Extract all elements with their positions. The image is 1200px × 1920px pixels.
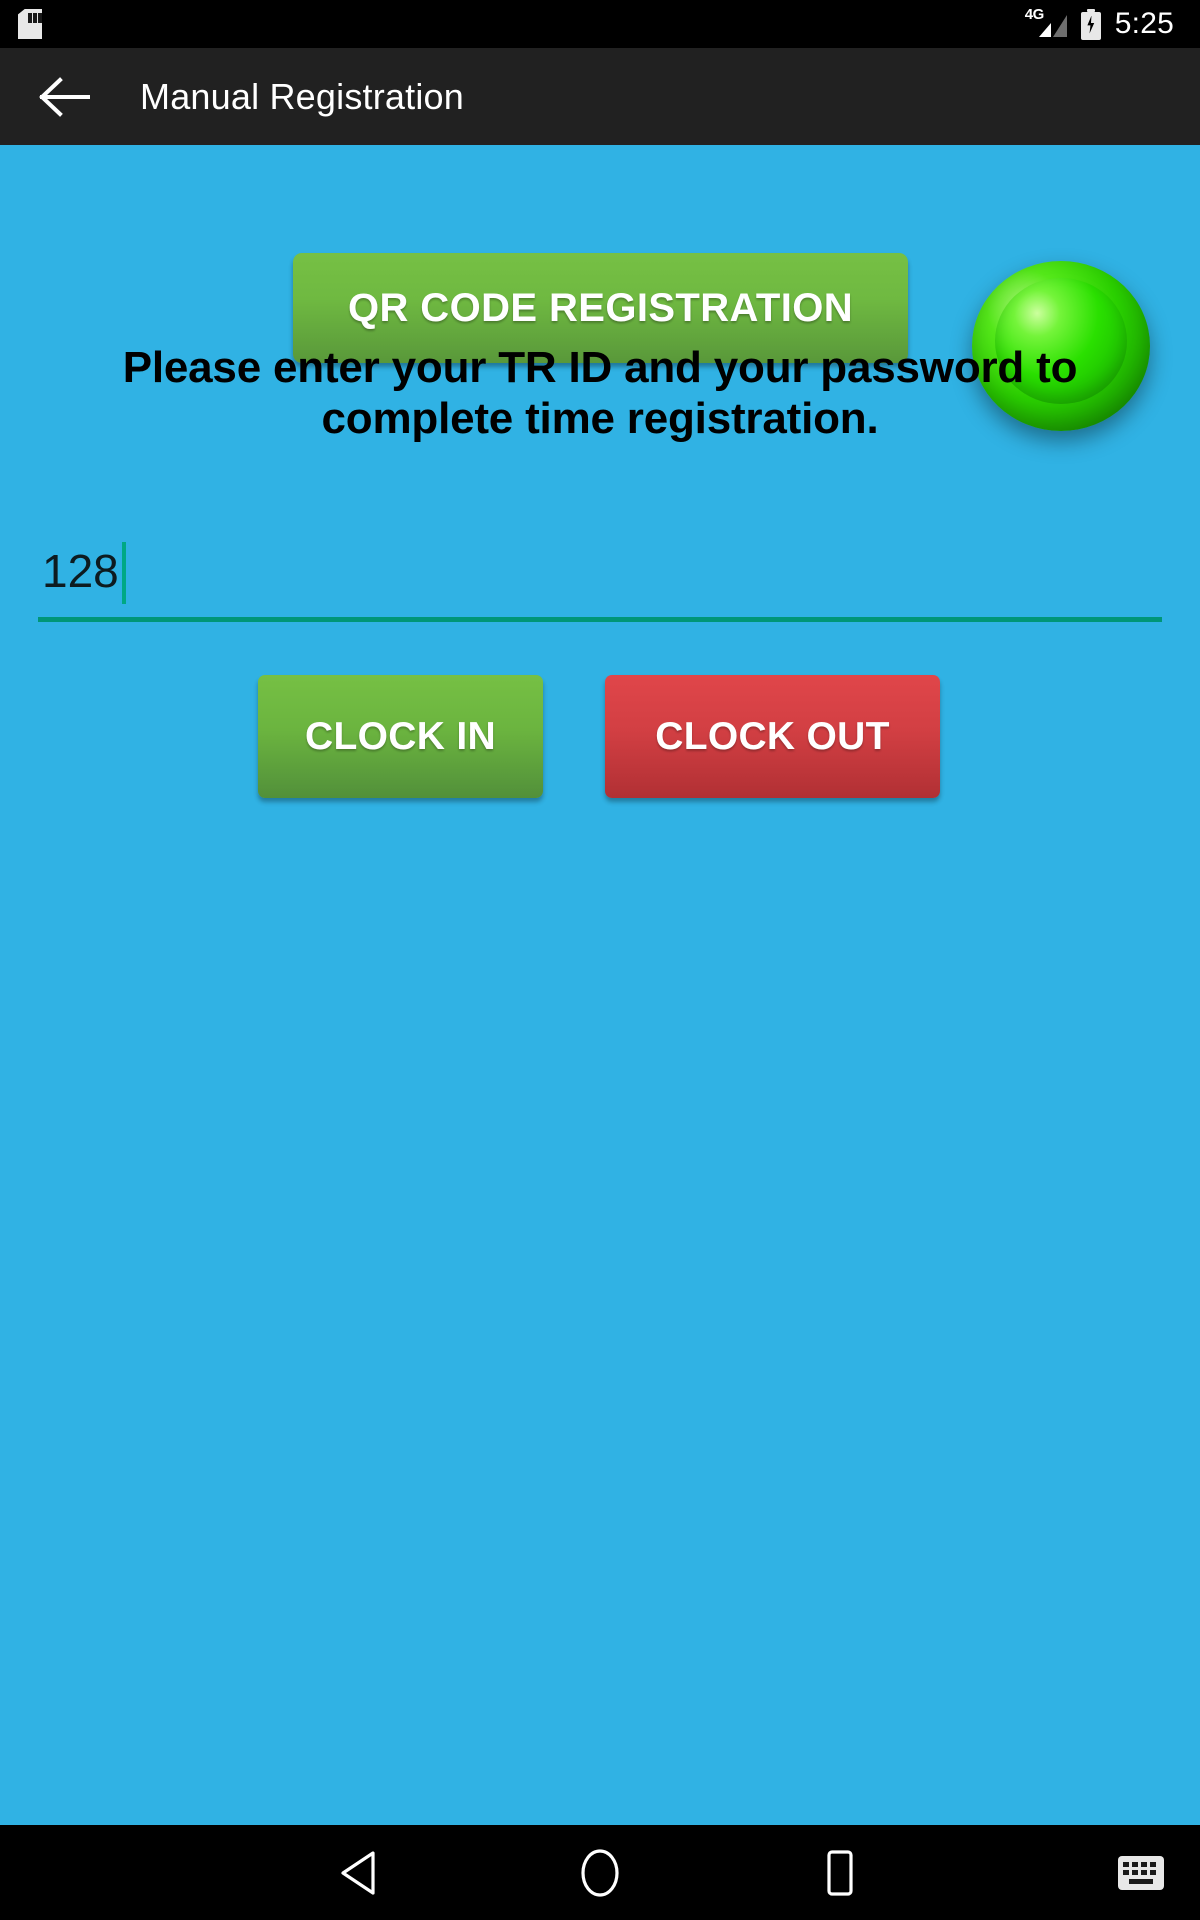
status-bar-clock: 5:25 xyxy=(1114,7,1174,40)
status-bar: 4G 5:25 xyxy=(0,0,1200,48)
sd-card-icon xyxy=(18,9,42,39)
text-caret xyxy=(122,542,126,604)
nav-keyboard-button[interactable] xyxy=(1096,1825,1186,1920)
nav-keyboard-icon xyxy=(1118,1855,1164,1890)
status-bar-right: 4G 5:25 xyxy=(1025,7,1200,40)
instructions-text: Please enter your TR ID and your passwor… xyxy=(122,343,1078,444)
app-bar: Manual Registration xyxy=(0,48,1200,145)
android-screen: 4G 5:25 Manual Registration QR CODE REGI… xyxy=(0,0,1200,1920)
status-bar-left xyxy=(0,9,42,39)
main-content: QR CODE REGISTRATION Please enter your T… xyxy=(0,145,1200,1825)
nav-recents-button[interactable] xyxy=(780,1825,900,1920)
nav-recents-square-icon xyxy=(827,1849,853,1896)
clock-in-button[interactable]: CLOCK IN xyxy=(258,675,543,798)
signal-triangle-icon xyxy=(1038,15,1067,37)
battery-charging-icon xyxy=(1080,8,1101,40)
clock-out-button[interactable]: CLOCK OUT xyxy=(605,675,940,798)
signal-bars-icon: 4G xyxy=(1025,7,1067,39)
nav-home-circle-icon xyxy=(581,1848,619,1897)
nav-home-button[interactable] xyxy=(540,1825,660,1920)
nav-back-triangle-icon xyxy=(341,1850,375,1895)
tr-id-input[interactable] xyxy=(38,536,1162,614)
clock-action-row: CLOCK IN CLOCK OUT xyxy=(0,665,1200,815)
back-button[interactable] xyxy=(16,48,112,145)
navigation-bar xyxy=(0,1825,1200,1920)
input-underline xyxy=(38,617,1162,622)
back-arrow-icon xyxy=(39,76,90,117)
tr-id-input-wrapper xyxy=(38,536,1162,622)
nav-back-button[interactable] xyxy=(300,1825,420,1920)
page-title: Manual Registration xyxy=(140,75,464,117)
